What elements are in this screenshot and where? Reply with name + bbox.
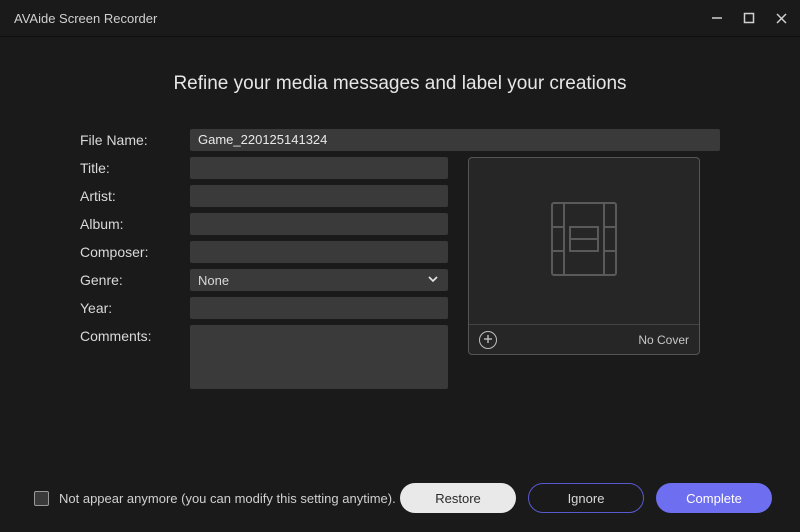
label-composer: Composer: bbox=[80, 241, 178, 260]
label-comments: Comments: bbox=[80, 325, 178, 344]
maximize-button[interactable] bbox=[740, 9, 758, 27]
file-name-field[interactable] bbox=[190, 129, 720, 151]
row-composer: Composer: bbox=[80, 241, 448, 263]
main-content: Refine your media messages and label you… bbox=[0, 37, 800, 389]
label-genre: Genre: bbox=[80, 269, 178, 288]
album-field[interactable] bbox=[190, 213, 448, 235]
genre-select[interactable]: None bbox=[190, 269, 448, 291]
page-heading: Refine your media messages and label you… bbox=[80, 73, 720, 95]
not-appear-checkbox-wrap: Not appear anymore (you can modify this … bbox=[34, 491, 396, 506]
row-album: Album: bbox=[80, 213, 448, 235]
row-title: Title: bbox=[80, 157, 448, 179]
label-album: Album: bbox=[80, 213, 178, 232]
form-columns: Title: Artist: Album: Composer: Genre: bbox=[80, 157, 720, 389]
row-file-name: File Name: bbox=[80, 129, 720, 151]
cover-art-placeholder bbox=[469, 158, 699, 324]
metadata-form: File Name: Title: Artist: Album: Co bbox=[80, 129, 720, 389]
left-column: Title: Artist: Album: Composer: Genre: bbox=[80, 157, 448, 389]
genre-selected-value: None bbox=[198, 273, 229, 288]
label-year: Year: bbox=[80, 297, 178, 316]
add-cover-button[interactable] bbox=[479, 331, 497, 349]
composer-field[interactable] bbox=[190, 241, 448, 263]
label-file-name: File Name: bbox=[80, 129, 178, 148]
title-field[interactable] bbox=[190, 157, 448, 179]
row-artist: Artist: bbox=[80, 185, 448, 207]
label-title: Title: bbox=[80, 157, 178, 176]
artist-field[interactable] bbox=[190, 185, 448, 207]
cover-panel: No Cover bbox=[468, 157, 700, 355]
action-buttons: Restore Ignore Complete bbox=[400, 483, 772, 513]
year-field[interactable] bbox=[190, 297, 448, 319]
cover-footer: No Cover bbox=[469, 324, 699, 354]
not-appear-checkbox[interactable] bbox=[34, 491, 49, 506]
complete-button[interactable]: Complete bbox=[656, 483, 772, 513]
no-cover-label: No Cover bbox=[638, 333, 689, 347]
not-appear-label: Not appear anymore (you can modify this … bbox=[59, 491, 396, 506]
bottom-bar: Not appear anymore (you can modify this … bbox=[0, 474, 800, 532]
label-artist: Artist: bbox=[80, 185, 178, 204]
close-button[interactable] bbox=[772, 9, 790, 27]
row-genre: Genre: None bbox=[80, 269, 448, 291]
plus-icon bbox=[483, 333, 493, 346]
ignore-button[interactable]: Ignore bbox=[528, 483, 644, 513]
film-strip-icon bbox=[534, 189, 634, 294]
row-comments: Comments: bbox=[80, 325, 448, 389]
titlebar: AVAide Screen Recorder bbox=[0, 0, 800, 36]
window-controls bbox=[708, 9, 790, 27]
row-year: Year: bbox=[80, 297, 448, 319]
restore-button[interactable]: Restore bbox=[400, 483, 516, 513]
app-title: AVAide Screen Recorder bbox=[14, 11, 157, 26]
minimize-button[interactable] bbox=[708, 9, 726, 27]
comments-field[interactable] bbox=[190, 325, 448, 389]
chevron-down-icon bbox=[426, 272, 440, 289]
